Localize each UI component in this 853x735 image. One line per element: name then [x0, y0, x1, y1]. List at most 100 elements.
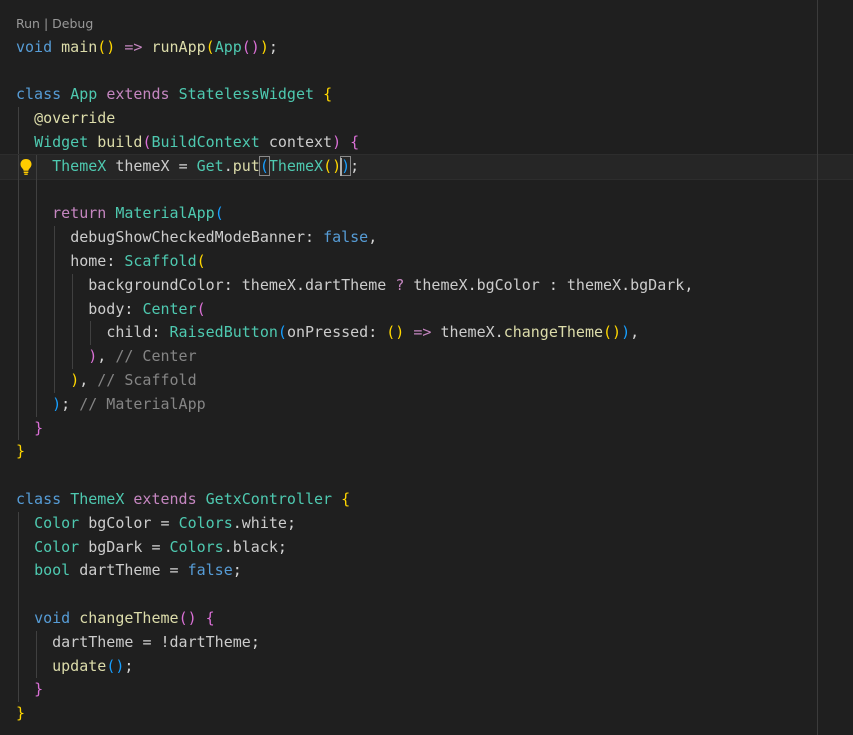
code-token: bgDark: [88, 537, 143, 556]
code-token: dartTheme: [305, 275, 387, 294]
code-token: bool: [34, 561, 71, 580]
code-line[interactable]: }: [0, 678, 853, 703]
editor-ruler: [817, 0, 818, 735]
code-line[interactable]: ), // Center: [0, 345, 853, 369]
line-text: dartTheme = !dartTheme;: [16, 631, 260, 655]
code-line[interactable]: class ThemeX extends GetxController {: [0, 488, 853, 512]
code-token: changeTheme: [503, 323, 604, 342]
line-text: return MaterialApp(: [16, 202, 224, 226]
code-token: App: [70, 85, 98, 104]
code-line[interactable]: update();: [0, 654, 853, 679]
line-text: @override: [16, 107, 115, 131]
code-token: Center: [142, 299, 197, 318]
code-line[interactable]: [0, 60, 853, 84]
code-token: ): [621, 323, 631, 342]
code-line[interactable]: child: RaisedButton(onPressed: () => the…: [0, 321, 853, 346]
line-text: update();: [16, 655, 133, 679]
code-token: debugShowCheckedModeBanner: [70, 228, 305, 247]
code-token: (: [277, 323, 287, 342]
line-text: Color bgColor = Colors.white;: [16, 512, 296, 536]
code-line[interactable]: void main() => runApp(App());: [0, 36, 853, 60]
code-line[interactable]: Widget build(BuildContext context) {: [0, 130, 853, 155]
code-token: ): [332, 132, 342, 151]
code-token: bgColor: [88, 513, 152, 532]
codelens-debug-link[interactable]: Debug: [52, 16, 93, 31]
code-token: ,: [630, 323, 640, 342]
code-line[interactable]: body: Center(: [0, 297, 853, 322]
code-line[interactable]: ThemeX themeX = Get.put(ThemeX());: [0, 153, 853, 180]
lightbulb-icon[interactable]: [19, 158, 33, 176]
code-token: =>: [124, 37, 143, 56]
line-text: }: [16, 417, 43, 441]
code-line[interactable]: [0, 464, 853, 488]
code-token: }: [34, 418, 44, 437]
line-text: class App extends StatelessWidget {: [16, 83, 332, 107]
code-token: changeTheme: [79, 608, 179, 627]
code-token: themeX: [241, 275, 296, 294]
code-token: :: [106, 251, 116, 270]
code-token: context: [268, 132, 333, 151]
code-line[interactable]: Color bgColor = Colors.white;: [0, 511, 853, 536]
code-token: void: [34, 608, 71, 627]
codelens-run-link[interactable]: Run: [16, 16, 40, 31]
code-editor[interactable]: Run | Debug void main() => runApp(App())…: [0, 0, 853, 735]
code-line[interactable]: dartTheme = !dartTheme;: [0, 630, 853, 655]
code-line[interactable]: ); // MaterialApp: [0, 392, 853, 417]
code-token: {: [350, 132, 360, 151]
code-token: (): [323, 156, 342, 175]
code-token: // MaterialApp: [79, 394, 206, 413]
code-token: !: [160, 632, 170, 651]
code-area[interactable]: Run | Debug void main() => runApp(App())…: [0, 12, 853, 726]
code-token: ): [52, 394, 62, 413]
code-line[interactable]: home: Scaffold(: [0, 249, 853, 274]
code-token: ;: [232, 561, 242, 580]
code-token: themeX: [413, 275, 468, 294]
code-token: (): [386, 323, 405, 342]
code-token: Scaffold: [124, 251, 197, 270]
code-line[interactable]: return MaterialApp(: [0, 202, 853, 227]
code-line[interactable]: debugShowCheckedModeBanner: false,: [0, 226, 853, 250]
code-token: build: [97, 132, 143, 151]
code-line[interactable]: }: [0, 440, 853, 464]
code-line[interactable]: @override: [0, 107, 853, 131]
code-line[interactable]: bool dartTheme = false;: [0, 559, 853, 584]
code-token: =: [169, 561, 179, 580]
code-line[interactable]: [0, 583, 853, 607]
code-line[interactable]: ), // Scaffold: [0, 368, 853, 393]
code-line[interactable]: }: [0, 702, 853, 726]
code-line[interactable]: backgroundColor: themeX.dartTheme ? them…: [0, 273, 853, 298]
code-token: runApp: [151, 37, 206, 56]
code-token: Color: [34, 537, 80, 556]
code-line[interactable]: void changeTheme() {: [0, 606, 853, 631]
code-token: dartTheme: [52, 632, 134, 651]
code-line[interactable]: Color bgDark = Colors.black;: [0, 535, 853, 560]
code-line[interactable]: [0, 178, 853, 203]
line-text: Widget build(BuildContext context) {: [16, 131, 359, 155]
line-text: ); // MaterialApp: [16, 393, 206, 417]
line-text: child: RaisedButton(onPressed: () => the…: [16, 321, 639, 345]
code-line[interactable]: }: [0, 416, 853, 441]
code-token: =>: [413, 323, 432, 342]
line-text: }: [16, 440, 25, 464]
code-line[interactable]: class App extends StatelessWidget {: [0, 83, 853, 107]
line-text: bool dartTheme = false;: [16, 559, 242, 583]
code-token: // Center: [115, 347, 197, 366]
code-token: :: [368, 323, 378, 342]
code-token: dartTheme: [169, 632, 251, 651]
code-token: themeX: [566, 275, 622, 294]
code-token: Color: [34, 513, 80, 532]
code-token: .: [295, 275, 305, 294]
code-token: =: [178, 156, 188, 175]
